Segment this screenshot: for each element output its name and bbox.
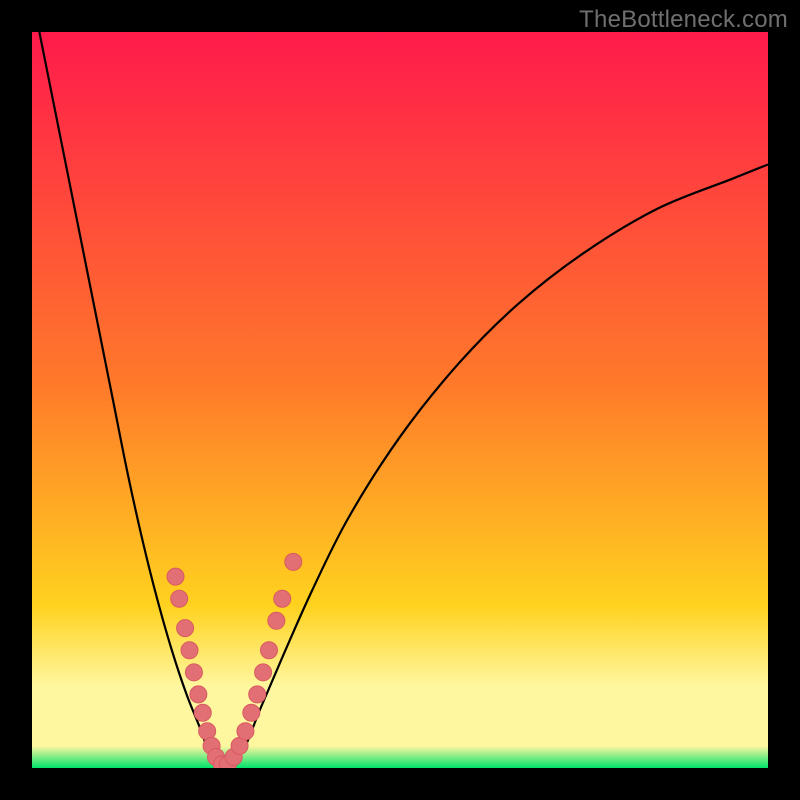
data-point-marker <box>194 704 211 721</box>
data-point-marker <box>274 590 291 607</box>
data-point-marker <box>268 612 285 629</box>
data-point-marker <box>177 620 194 637</box>
data-point-marker <box>249 686 266 703</box>
data-point-marker <box>255 664 272 681</box>
watermark-text: TheBottleneck.com <box>579 6 788 34</box>
data-point-marker <box>243 704 260 721</box>
gradient-background <box>32 32 768 768</box>
bottleneck-chart <box>32 32 768 768</box>
data-point-marker <box>190 686 207 703</box>
data-point-marker <box>237 723 254 740</box>
data-point-marker <box>285 553 302 570</box>
data-point-marker <box>260 642 277 659</box>
data-point-marker <box>171 590 188 607</box>
chart-frame: TheBottleneck.com <box>0 0 800 800</box>
data-point-marker <box>181 642 198 659</box>
data-point-marker <box>167 568 184 585</box>
data-point-marker <box>185 664 202 681</box>
